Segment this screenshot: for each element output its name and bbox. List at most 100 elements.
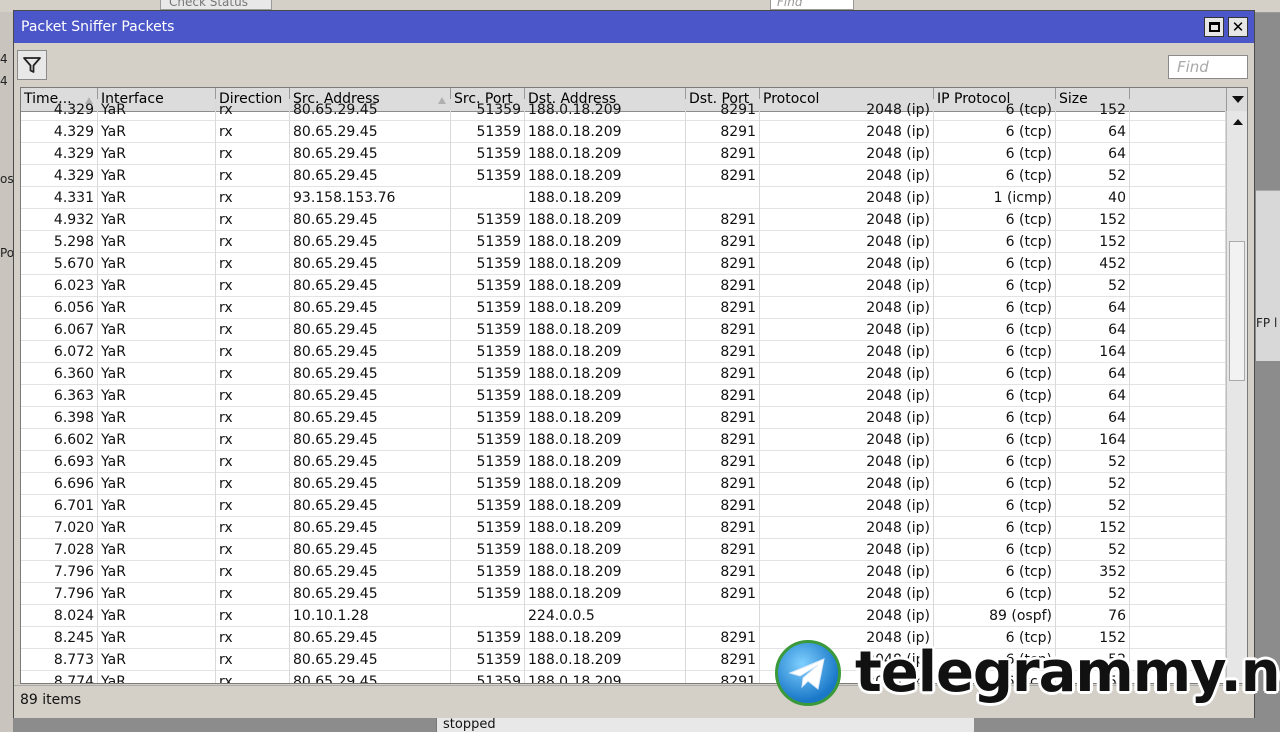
table-row[interactable]: 7.796 YaR rx 80.65.29.45 51359 188.0.18.209 82… xyxy=(21,561,1226,583)
cell-size: 352 xyxy=(1056,561,1130,583)
cell-direction: rx xyxy=(216,363,290,385)
cell-src-address: 80.65.29.45 xyxy=(290,341,451,363)
cell-dst-address: 188.0.18.209 xyxy=(525,671,686,683)
cell-size: 52 xyxy=(1056,583,1130,605)
table-row[interactable]: 4.329 YaR rx 80.65.29.45 51359 188.0.18.209 82… xyxy=(21,165,1226,187)
cell-time: 5.670 xyxy=(21,253,98,275)
cell-empty xyxy=(1130,583,1226,605)
cell-ip-protocol: 6 (tcp) xyxy=(934,143,1056,165)
cell-time: 7.796 xyxy=(21,583,98,605)
table-row[interactable]: 4.331 YaR rx 93.158.153.76 188.0.18.209 2048 … xyxy=(21,187,1226,209)
cell-size: 52 xyxy=(1056,165,1130,187)
table-row[interactable]: 6.602 YaR rx 80.65.29.45 51359 188.0.18.209 82… xyxy=(21,429,1226,451)
cell-time: 6.693 xyxy=(21,451,98,473)
table-row[interactable]: 6.056 YaR rx 80.65.29.45 51359 188.0.18.209 82… xyxy=(21,297,1226,319)
filter-button[interactable] xyxy=(17,50,47,80)
cell-time: 7.028 xyxy=(21,539,98,561)
cell-size: 152 xyxy=(1056,231,1130,253)
cell-dst-address: 188.0.18.209 xyxy=(525,187,686,209)
scroll-up-button[interactable] xyxy=(1227,111,1247,131)
background-right-panel xyxy=(1256,190,1280,361)
table-row[interactable]: 6.363 YaR rx 80.65.29.45 51359 188.0.18.209 82… xyxy=(21,385,1226,407)
table-row[interactable]: 4.329 YaR rx 80.65.29.45 51359 188.0.18.209 82… xyxy=(21,99,1226,121)
maximize-button[interactable] xyxy=(1204,17,1224,37)
table-row[interactable]: 8.024 YaR rx 10.10.1.28 224.0.0.5 2048 (ip) 89… xyxy=(21,605,1226,627)
table-row[interactable]: 6.398 YaR rx 80.65.29.45 51359 188.0.18.209 82… xyxy=(21,407,1226,429)
cell-interface: YaR xyxy=(98,319,216,341)
cell-empty xyxy=(1130,165,1226,187)
table-row[interactable]: 6.696 YaR rx 80.65.29.45 51359 188.0.18.209 82… xyxy=(21,473,1226,495)
cell-interface: YaR xyxy=(98,363,216,385)
table-row[interactable]: 4.329 YaR rx 80.65.29.45 51359 188.0.18.209 82… xyxy=(21,143,1226,165)
cell-src-address: 80.65.29.45 xyxy=(290,209,451,231)
cell-ip-protocol: 6 (tcp) xyxy=(934,209,1056,231)
cell-dst-address: 188.0.18.209 xyxy=(525,539,686,561)
cell-ip-protocol: 6 (tcp) xyxy=(934,539,1056,561)
cell-src-port: 51359 xyxy=(451,275,525,297)
cell-interface: YaR xyxy=(98,539,216,561)
close-icon: ✕ xyxy=(1231,17,1245,36)
cell-interface: YaR xyxy=(98,407,216,429)
cell-protocol: 2048 (ip) xyxy=(760,407,934,429)
cell-interface: YaR xyxy=(98,429,216,451)
cell-size: 76 xyxy=(1056,605,1130,627)
table-row[interactable]: 6.072 YaR rx 80.65.29.45 51359 188.0.18.209 82… xyxy=(21,341,1226,363)
background-find-input[interactable]: Find xyxy=(770,0,854,10)
cell-src-address: 80.65.29.45 xyxy=(290,165,451,187)
cell-dst-port: 8291 xyxy=(686,209,760,231)
cell-interface: YaR xyxy=(98,231,216,253)
table-row[interactable]: 4.329 YaR rx 80.65.29.45 51359 188.0.18.209 82… xyxy=(21,121,1226,143)
table-row[interactable]: 5.298 YaR rx 80.65.29.45 51359 188.0.18.209 82… xyxy=(21,231,1226,253)
cell-dst-address: 188.0.18.209 xyxy=(525,451,686,473)
column-menu-button[interactable] xyxy=(1227,88,1247,111)
cell-dst-address: 188.0.18.209 xyxy=(525,253,686,275)
table-row[interactable]: 6.067 YaR rx 80.65.29.45 51359 188.0.18.209 82… xyxy=(21,319,1226,341)
cell-src-port: 51359 xyxy=(451,121,525,143)
cell-src-port: 51359 xyxy=(451,165,525,187)
cell-ip-protocol: 6 (tcp) xyxy=(934,99,1056,121)
window-titlebar[interactable]: Packet Sniffer Packets ✕ xyxy=(14,11,1254,43)
close-button[interactable]: ✕ xyxy=(1228,17,1248,37)
cell-direction: rx xyxy=(216,671,290,683)
cell-empty xyxy=(1130,319,1226,341)
cell-interface: YaR xyxy=(98,143,216,165)
cell-protocol: 2048 (ip) xyxy=(760,319,934,341)
cell-size: 52 xyxy=(1056,275,1130,297)
table-row[interactable]: 7.028 YaR rx 80.65.29.45 51359 188.0.18.209 82… xyxy=(21,539,1226,561)
cell-interface: YaR xyxy=(98,451,216,473)
cell-src-port: 51359 xyxy=(451,253,525,275)
cell-dst-address: 188.0.18.209 xyxy=(525,429,686,451)
cell-src-address: 10.10.1.28 xyxy=(290,605,451,627)
cell-direction: rx xyxy=(216,451,290,473)
cell-src-address: 80.65.29.45 xyxy=(290,143,451,165)
cell-direction: rx xyxy=(216,187,290,209)
cell-src-port: 51359 xyxy=(451,451,525,473)
find-input[interactable]: Find xyxy=(1168,55,1248,79)
cell-dst-port: 8291 xyxy=(686,451,760,473)
scroll-thumb[interactable] xyxy=(1229,241,1245,381)
background-check-status-button[interactable]: Check Status xyxy=(160,0,272,10)
cell-ip-protocol: 6 (tcp) xyxy=(934,297,1056,319)
vertical-scrollbar[interactable] xyxy=(1226,111,1247,683)
background-fragment: 4 xyxy=(0,52,8,66)
table-row[interactable]: 7.020 YaR rx 80.65.29.45 51359 188.0.18.209 82… xyxy=(21,517,1226,539)
table-row[interactable]: 6.023 YaR rx 80.65.29.45 51359 188.0.18.209 82… xyxy=(21,275,1226,297)
cell-direction: rx xyxy=(216,407,290,429)
cell-size: 452 xyxy=(1056,253,1130,275)
table-row[interactable]: 7.796 YaR rx 80.65.29.45 51359 188.0.18.209 82… xyxy=(21,583,1226,605)
background-left-panel: 4 4 os Po xyxy=(0,12,14,732)
table-row[interactable]: 6.360 YaR rx 80.65.29.45 51359 188.0.18.209 82… xyxy=(21,363,1226,385)
table-row[interactable]: 5.670 YaR rx 80.65.29.45 51359 188.0.18.209 82… xyxy=(21,253,1226,275)
cell-dst-address: 188.0.18.209 xyxy=(525,517,686,539)
cell-empty xyxy=(1130,495,1226,517)
table-row[interactable]: 4.932 YaR rx 80.65.29.45 51359 188.0.18.209 82… xyxy=(21,209,1226,231)
cell-src-port: 51359 xyxy=(451,539,525,561)
table-row[interactable]: 6.701 YaR rx 80.65.29.45 51359 188.0.18.209 82… xyxy=(21,495,1226,517)
cell-protocol: 2048 (ip) xyxy=(760,451,934,473)
cell-dst-address: 188.0.18.209 xyxy=(525,165,686,187)
maximize-icon xyxy=(1208,22,1220,32)
table-row[interactable]: 6.693 YaR rx 80.65.29.45 51359 188.0.18.209 82… xyxy=(21,451,1226,473)
cell-src-port xyxy=(451,187,525,209)
cell-dst-port: 8291 xyxy=(686,297,760,319)
cell-src-port: 51359 xyxy=(451,231,525,253)
